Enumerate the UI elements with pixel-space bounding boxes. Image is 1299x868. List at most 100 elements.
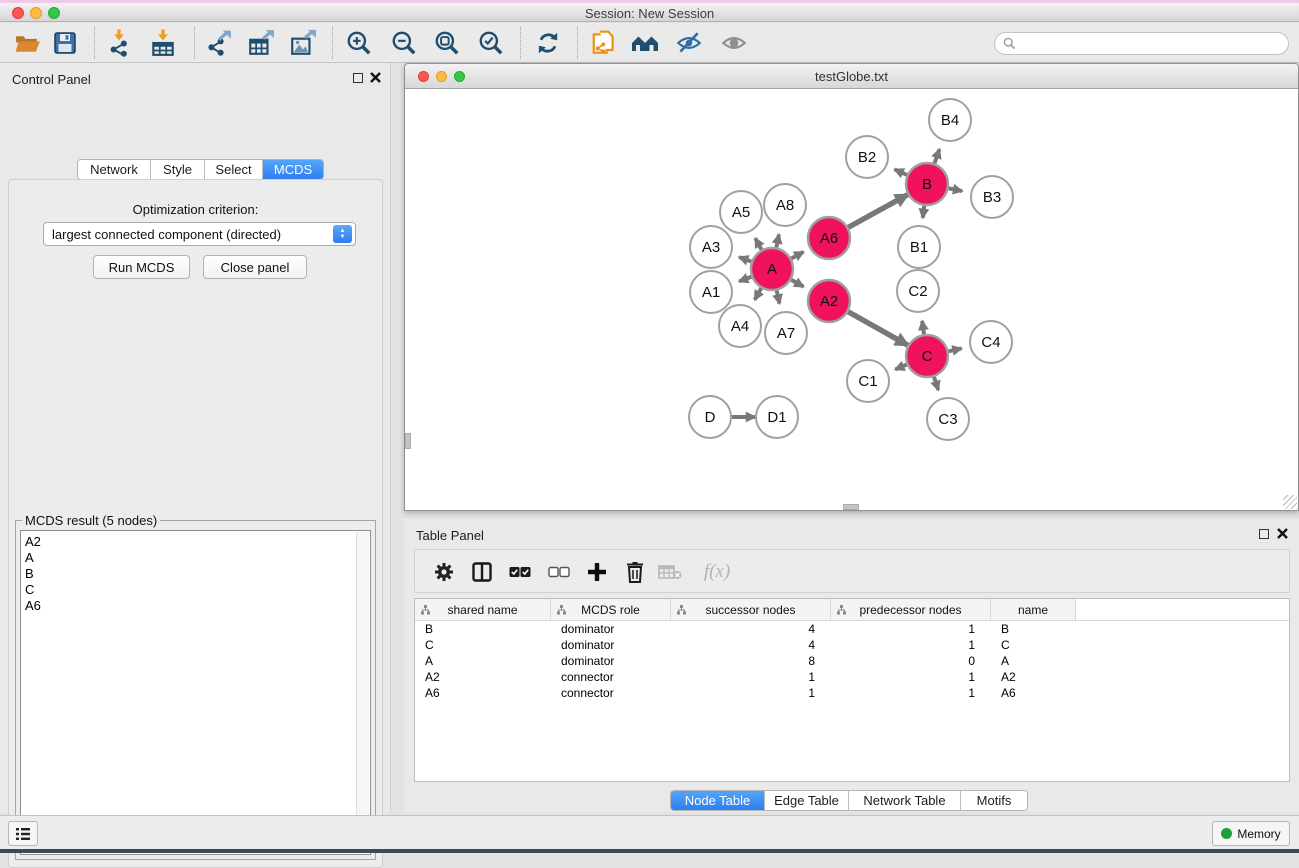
graph-node-C1[interactable]: C1: [847, 360, 889, 402]
table-cell[interactable]: 1: [671, 669, 831, 685]
mcds-result-item[interactable]: A6: [25, 598, 370, 614]
table-cell[interactable]: 1: [831, 685, 991, 701]
graph-edge-A-A3[interactable]: [739, 257, 751, 261]
save-session-icon[interactable]: [50, 28, 80, 58]
select-all-icon[interactable]: [505, 557, 535, 587]
graph-node-A[interactable]: A: [751, 248, 793, 290]
table-cell[interactable]: 1: [831, 637, 991, 653]
graph-node-C[interactable]: C: [906, 335, 948, 377]
delete-column-icon[interactable]: [620, 557, 650, 587]
table-cell[interactable]: 4: [671, 637, 831, 653]
network-graph[interactable]: B4B2BB3A8A5A6A3B1AA1C2A2A4A7C4CC1C3DD1: [405, 89, 1298, 510]
hide-selected-icon[interactable]: [674, 28, 704, 58]
graph-edge-A2-C[interactable]: [848, 312, 908, 345]
graph-node-C4[interactable]: C4: [970, 321, 1012, 363]
deselect-all-icon[interactable]: [544, 557, 574, 587]
graph-edge-A-A1[interactable]: [739, 277, 751, 282]
table-cell[interactable]: dominator: [551, 621, 671, 637]
show-all-icon[interactable]: [719, 28, 749, 58]
table-cell[interactable]: B: [415, 621, 551, 637]
column-header-predecessor-nodes[interactable]: predecessor nodes: [831, 599, 991, 621]
resize-grip-icon[interactable]: [1283, 495, 1297, 509]
table-cell[interactable]: 1: [831, 621, 991, 637]
table-cell[interactable]: C: [415, 637, 551, 653]
table-cell[interactable]: 4: [671, 621, 831, 637]
graph-node-B1[interactable]: B1: [898, 226, 940, 268]
export-table-icon[interactable]: [246, 28, 276, 58]
mcds-result-item[interactable]: A: [25, 550, 370, 566]
table-cell[interactable]: dominator: [551, 653, 671, 669]
graph-edge-C-C2[interactable]: [922, 321, 924, 334]
table-cell[interactable]: A2: [991, 669, 1076, 685]
tab-node-table[interactable]: Node Table: [671, 791, 765, 810]
mcds-result-item[interactable]: A2: [25, 534, 370, 550]
clone-network-icon[interactable]: [589, 28, 619, 58]
graph-node-A6[interactable]: A6: [808, 217, 850, 259]
graph-edge-B-B2[interactable]: [895, 169, 907, 175]
tab-select[interactable]: Select: [205, 160, 263, 179]
close-table-panel-icon[interactable]: [1277, 528, 1288, 539]
graph-edge-B-B1[interactable]: [923, 206, 925, 218]
criterion-dropdown[interactable]: largest connected component (directed) ▲…: [43, 222, 356, 246]
graph-edge-A-A6[interactable]: [791, 252, 803, 259]
task-history-button[interactable]: [8, 821, 38, 846]
first-neighbors-icon[interactable]: [630, 28, 660, 58]
table-cell[interactable]: C: [991, 637, 1076, 653]
table-cell[interactable]: A2: [415, 669, 551, 685]
export-image-icon[interactable]: [288, 28, 318, 58]
graph-edge-A6-B[interactable]: [848, 195, 907, 228]
table-cell[interactable]: A: [991, 653, 1076, 669]
tab-mcds[interactable]: MCDS: [263, 160, 323, 179]
mcds-result-list[interactable]: A2ABCA6: [20, 530, 371, 855]
close-panel-button[interactable]: Close panel: [203, 255, 307, 279]
graph-edge-B-B4[interactable]: [934, 149, 939, 163]
vertical-scrollbar-thumb[interactable]: [405, 433, 411, 449]
import-table-icon[interactable]: [148, 28, 178, 58]
table-row[interactable]: A2connector11A2: [415, 669, 1289, 685]
table-cell[interactable]: A: [415, 653, 551, 669]
column-header-name[interactable]: name: [991, 599, 1076, 621]
function-builder-icon[interactable]: f(x): [695, 557, 739, 587]
tab-motifs[interactable]: Motifs: [961, 791, 1027, 810]
tab-edge-table[interactable]: Edge Table: [765, 791, 849, 810]
graph-node-A1[interactable]: A1: [690, 271, 732, 313]
tab-style[interactable]: Style: [151, 160, 205, 179]
graph-edge-B-B3[interactable]: [949, 188, 963, 191]
graph-edge-A-A5[interactable]: [755, 238, 761, 249]
graph-edge-A-A8[interactable]: [776, 234, 779, 247]
float-table-panel-icon[interactable]: [1259, 529, 1269, 539]
graph-node-D[interactable]: D: [689, 396, 731, 438]
add-column-icon[interactable]: [582, 557, 612, 587]
graph-node-C3[interactable]: C3: [927, 398, 969, 440]
table-cell[interactable]: A6: [415, 685, 551, 701]
graph-node-A8[interactable]: A8: [764, 184, 806, 226]
table-row[interactable]: Bdominator41B: [415, 621, 1289, 637]
table-cell[interactable]: A6: [991, 685, 1076, 701]
column-header-MCDS-role[interactable]: MCDS role: [551, 599, 671, 621]
network-window-titlebar[interactable]: testGlobe.txt: [405, 64, 1298, 89]
column-header-successor-nodes[interactable]: successor nodes: [671, 599, 831, 621]
table-cell[interactable]: 0: [831, 653, 991, 669]
network-canvas[interactable]: B4B2BB3A8A5A6A3B1AA1C2A2A4A7C4CC1C3DD1: [405, 89, 1298, 510]
table-cell[interactable]: dominator: [551, 637, 671, 653]
graph-edge-A-A2[interactable]: [791, 280, 803, 287]
graph-node-D1[interactable]: D1: [756, 396, 798, 438]
graph-edge-C-C4[interactable]: [948, 348, 961, 351]
memory-button[interactable]: Memory: [1212, 821, 1290, 846]
float-panel-icon[interactable]: [353, 73, 363, 83]
zoom-in-icon[interactable]: [344, 28, 374, 58]
result-scrollbar[interactable]: [356, 532, 369, 853]
table-cell[interactable]: B: [991, 621, 1076, 637]
graph-edge-C-C1[interactable]: [895, 365, 906, 370]
graph-node-A3[interactable]: A3: [690, 226, 732, 268]
graph-node-A2[interactable]: A2: [808, 280, 850, 322]
table-settings-icon[interactable]: [429, 557, 459, 587]
graph-edge-A-A4[interactable]: [755, 288, 761, 300]
zoom-selected-icon[interactable]: [476, 28, 506, 58]
graph-node-A5[interactable]: A5: [720, 191, 762, 233]
zoom-out-icon[interactable]: [389, 28, 419, 58]
mcds-result-item[interactable]: B: [25, 566, 370, 582]
table-row[interactable]: Adominator80A: [415, 653, 1289, 669]
column-header-shared-name[interactable]: shared name: [415, 599, 551, 621]
table-cell[interactable]: 1: [671, 685, 831, 701]
